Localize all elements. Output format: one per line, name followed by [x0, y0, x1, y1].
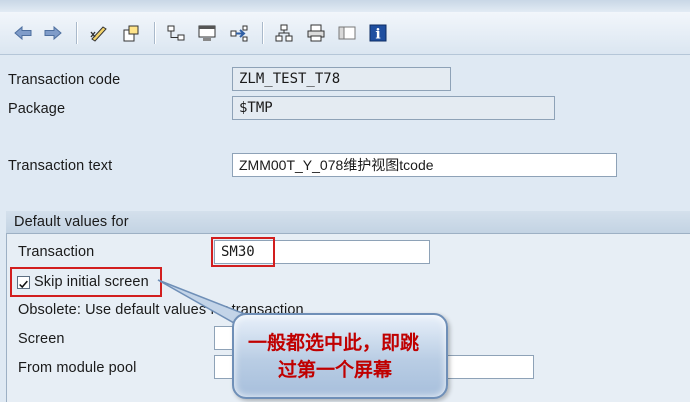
- hierarchy-icon[interactable]: [273, 22, 295, 44]
- skip-screen-highlight: [10, 267, 162, 297]
- title-bar: [0, 0, 690, 12]
- transaction-highlight: [211, 237, 275, 267]
- callout-line-2: 过第一个屏幕: [278, 359, 393, 381]
- object-list-icon[interactable]: [165, 22, 187, 44]
- info-icon[interactable]: i: [367, 22, 389, 44]
- transaction-text-input[interactable]: ZMM00T_Y_078维护视图tcode: [232, 153, 617, 177]
- transaction-code-label: Transaction code: [8, 72, 121, 88]
- layout-icon[interactable]: [336, 22, 358, 44]
- toolbar-separator: [76, 22, 77, 44]
- package-label: Package: [8, 101, 66, 117]
- package-field: $TMP: [232, 96, 555, 120]
- other-object-icon[interactable]: [120, 22, 142, 44]
- transaction-label: Transaction: [18, 244, 95, 260]
- toolbar-separator: [262, 22, 263, 44]
- callout-line-1: 一般都选中此，即跳: [248, 332, 420, 354]
- transaction-text-label: Transaction text: [8, 158, 113, 174]
- navigate-icon[interactable]: [228, 22, 250, 44]
- print-icon[interactable]: [305, 22, 327, 44]
- where-used-icon[interactable]: [196, 22, 218, 44]
- display-change-icon[interactable]: [88, 22, 110, 44]
- screen-label: Screen: [18, 331, 65, 347]
- forward-arrow-icon[interactable]: [42, 22, 64, 44]
- toolbar-separator: [154, 22, 155, 44]
- group-title: Default values for: [14, 214, 129, 230]
- svg-text:i: i: [375, 27, 380, 43]
- transaction-code-field: ZLM_TEST_T78: [232, 67, 451, 91]
- application-toolbar: i: [0, 12, 690, 55]
- module-pool-label: From module pool: [18, 360, 137, 376]
- back-arrow-icon[interactable]: [12, 22, 34, 44]
